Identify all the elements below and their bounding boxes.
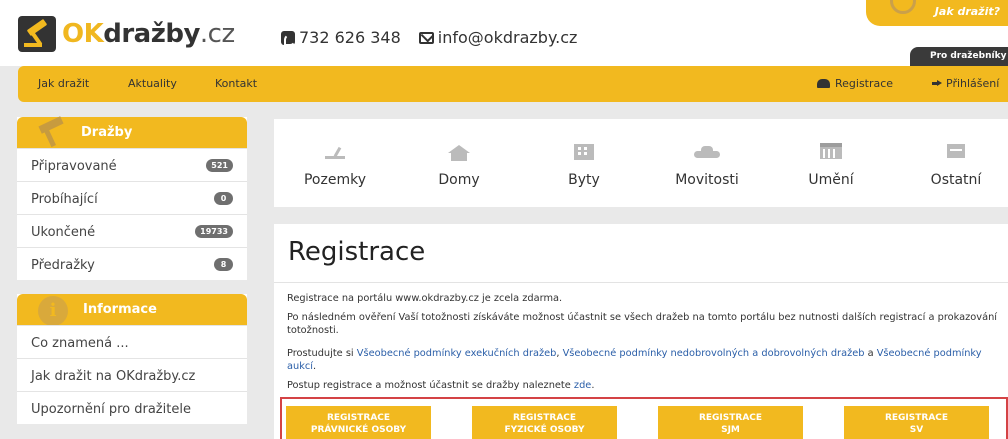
terms-auctions-link[interactable]: Všeobecné podmínky nedobrovolných a dobr…: [563, 348, 865, 359]
museum-icon: [820, 143, 842, 159]
nav-how-to-bid[interactable]: Jak dražit: [38, 77, 89, 90]
email-address[interactable]: info@okdrazby.cz: [438, 28, 578, 47]
register-sjm-button[interactable]: REGISTRACE SJM: [658, 406, 803, 439]
category-other[interactable]: Ostatní: [901, 119, 1008, 207]
car-icon: [694, 146, 720, 158]
main-nav: Jak dražit Aktuality Kontakt Registrace …: [18, 66, 1008, 102]
info-panel-header: i Informace: [17, 294, 247, 326]
sidebar-item-label: Probíhající: [31, 192, 98, 207]
phone-icon: [281, 30, 296, 46]
land-icon: [325, 147, 345, 159]
category-land[interactable]: Pozemky: [280, 119, 390, 207]
paragraph-terms: Prostudujte si Všeobecné podmínky exekuč…: [287, 348, 982, 372]
info-icon: i: [38, 296, 68, 326]
sidebar-item-what-means[interactable]: Co znamená ...: [17, 325, 247, 358]
category-label: Ostatní: [930, 172, 982, 188]
category-label: Byty: [568, 172, 600, 188]
nav-news[interactable]: Aktuality: [128, 77, 177, 90]
sidebar-item-warning[interactable]: Upozornění pro dražitele: [17, 391, 247, 424]
category-art[interactable]: Umění: [776, 119, 886, 207]
procedure-link[interactable]: zde: [574, 380, 591, 391]
logo-ok-text: OK: [62, 19, 104, 49]
paragraph-procedure: Postup registrace a možnost účastnit se …: [287, 380, 595, 391]
auctions-panel-header: Dražby: [17, 116, 247, 148]
sidebar-item-how-to-bid[interactable]: Jak dražit na OKdražby.cz: [17, 358, 247, 391]
users-icon: [817, 79, 830, 88]
nav-login[interactable]: Přihlášení: [932, 77, 999, 90]
registration-content: Registrace Registrace na portálu www.okd…: [274, 224, 1008, 439]
gavel-icon: [33, 116, 79, 148]
house-icon: [448, 145, 470, 161]
auctions-panel-title: Dražby: [81, 125, 133, 140]
auctions-panel: Dražby Připravované 521 Probíhající 0 Uk…: [17, 116, 247, 280]
category-bar: Pozemky Domy Byty Movitosti Umění Ostatn…: [274, 119, 1008, 207]
terms-execution-link[interactable]: Všeobecné podmínky exekučních dražeb: [357, 348, 557, 359]
envelope-icon: [418, 31, 434, 44]
site-logo[interactable]: OKdražby.cz: [18, 16, 235, 52]
count-badge: 0: [214, 192, 233, 205]
divider: [274, 282, 1008, 283]
nav-contact[interactable]: Kontakt: [215, 77, 257, 90]
register-natural-person-button[interactable]: REGISTRACE FYZICKÉ OSOBY: [472, 406, 617, 439]
logo-tld-text: .cz: [199, 19, 235, 49]
nav-register-label: Registrace: [835, 77, 894, 90]
page: OKdražby.cz 732 626 348 info@okdrazby.cz…: [0, 0, 1008, 439]
sidebar-item-ongoing[interactable]: Probíhající 0: [17, 181, 247, 214]
sidebar-item-label: Připravované: [31, 159, 117, 174]
sidebar-item-label: Předražky: [31, 258, 95, 273]
category-label: Domy: [438, 172, 480, 188]
info-panel: i Informace Co znamená ... Jak dražit na…: [17, 294, 247, 424]
category-label: Pozemky: [303, 172, 366, 188]
magnifier-icon: [890, 0, 916, 14]
sidebar-item-finished[interactable]: Ukončené 19733: [17, 214, 247, 247]
sidebar-item-label: Ukončené: [31, 225, 96, 240]
logo-name-text: dražby: [103, 19, 200, 49]
paragraph-free: Registrace na portálu www.okdrazby.cz je…: [287, 293, 563, 304]
count-badge: 521: [206, 159, 233, 172]
box-icon: [947, 144, 965, 158]
building-icon: [574, 144, 594, 160]
register-sv-button[interactable]: REGISTRACE SV: [844, 406, 989, 439]
category-label: Movitosti: [675, 172, 739, 188]
gavel-logo-icon: [18, 16, 56, 52]
category-houses[interactable]: Domy: [404, 119, 514, 207]
contact-info: 732 626 348 info@okdrazby.cz: [281, 28, 595, 47]
sidebar-item-pre-auctions[interactable]: Předražky 8: [17, 247, 247, 280]
category-label: Umění: [808, 172, 854, 188]
top-header: OKdražby.cz 732 626 348 info@okdrazby.cz…: [0, 0, 1008, 66]
how-to-bid-label: Jak dražit?: [934, 5, 1000, 18]
count-badge: 19733: [195, 225, 233, 238]
page-title: Registrace: [288, 237, 426, 267]
nav-login-label: Přihlášení: [946, 77, 1000, 90]
category-flats[interactable]: Byty: [529, 119, 639, 207]
register-legal-entity-button[interactable]: REGISTRACE PRÁVNICKÉ OSOBY: [286, 406, 431, 439]
count-badge: 8: [214, 258, 233, 271]
registration-buttons: REGISTRACE PRÁVNICKÉ OSOBY REGISTRACE FYZI…: [280, 397, 1008, 439]
paragraph-verification: Po následném ověření Vaší totožnosti zís…: [287, 312, 998, 336]
sidebar-item-upcoming[interactable]: Připravované 521: [17, 148, 247, 181]
for-bidders-tab[interactable]: Pro dražebníky: [910, 47, 1008, 66]
sign-in-icon: [932, 79, 942, 88]
info-panel-title: Informace: [83, 302, 157, 317]
how-to-bid-tab[interactable]: Jak dražit?: [866, 0, 1008, 26]
phone-number[interactable]: 732 626 348: [299, 28, 401, 47]
category-movables[interactable]: Movitosti: [652, 119, 762, 207]
nav-register[interactable]: Registrace: [817, 77, 893, 90]
